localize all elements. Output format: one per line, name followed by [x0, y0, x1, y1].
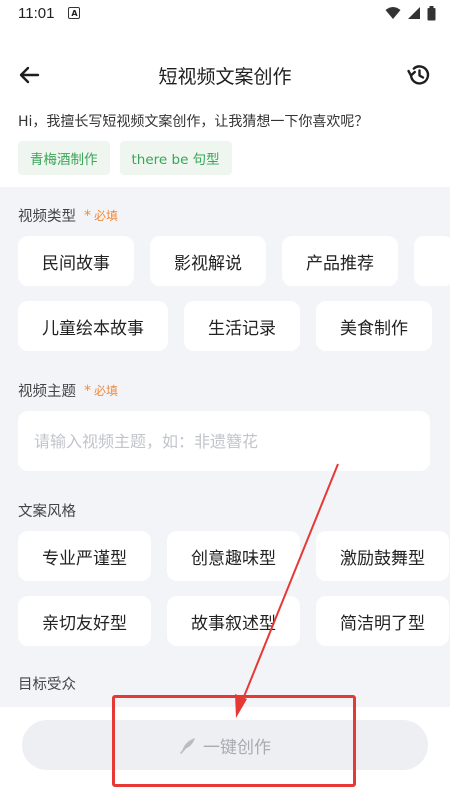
video-topic-label-text: 视频主题 [18, 384, 76, 400]
notification-icon: A [68, 7, 81, 19]
video-type-label-text: 视频类型 [18, 209, 76, 225]
signal-icon [408, 7, 420, 19]
required-star: * [84, 207, 91, 224]
video-type-row-2: 儿童绘本故事 生活记录 美食制作 [18, 301, 432, 351]
suggestion-chip[interactable]: there be 句型 [119, 141, 232, 175]
app-header: 短视频文案创作 [0, 50, 450, 100]
required-text: 必填 [94, 209, 119, 223]
audience-label-text: 目标受众 [18, 677, 76, 693]
video-type-chip[interactable]: 民间故事 [18, 236, 134, 286]
suggestion-chip[interactable]: 青梅酒制作 [18, 141, 110, 175]
copy-style-chip[interactable]: 创意趣味型 [167, 531, 300, 581]
copy-style-chip[interactable]: 亲切友好型 [18, 596, 151, 646]
wifi-icon [385, 7, 401, 19]
video-type-chip-partial[interactable] [414, 236, 450, 286]
status-time: 11:01 [18, 4, 55, 22]
status-right [385, 5, 436, 21]
copy-style-chip[interactable]: 专业严谨型 [18, 531, 151, 581]
greeting-text: Hi，我擅长写短视频文案创作，让我猜想一下你喜欢呢？ [18, 114, 369, 130]
video-type-chip[interactable]: 美食制作 [316, 301, 432, 351]
video-type-label: 视频类型 * 必填 [18, 205, 118, 226]
back-arrow-icon[interactable] [14, 60, 44, 90]
history-icon[interactable] [404, 60, 434, 90]
page-title: 短视频文案创作 [158, 66, 292, 88]
battery-icon [427, 5, 436, 20]
copy-style-chip[interactable]: 激励鼓舞型 [316, 531, 449, 581]
copy-style-row-2: 亲切友好型 故事叙述型 简洁明了型 [18, 596, 449, 646]
status-bar: 11:01 A [0, 0, 450, 26]
copy-style-chip[interactable]: 简洁明了型 [316, 596, 449, 646]
video-topic-label: 视频主题 * 必填 [18, 380, 118, 401]
audience-label: 目标受众 [18, 673, 76, 694]
feather-icon [180, 738, 195, 754]
copy-style-row-1: 专业严谨型 创意趣味型 激励鼓舞型 [18, 531, 449, 581]
video-type-row-1: 民间故事 影视解说 产品推荐 [18, 236, 450, 286]
required-text: 必填 [94, 384, 119, 398]
bottom-bar: 一键创作 [0, 707, 450, 800]
video-type-chip[interactable]: 影视解说 [150, 236, 266, 286]
suggestion-list: 青梅酒制作 there be 句型 [18, 141, 232, 175]
video-type-chip[interactable]: 儿童绘本故事 [18, 301, 168, 351]
create-button-label: 一键创作 [203, 737, 271, 758]
required-star: * [84, 382, 91, 399]
copy-style-label-text: 文案风格 [18, 504, 76, 520]
copy-style-label: 文案风格 [18, 500, 76, 521]
video-type-chip[interactable]: 产品推荐 [282, 236, 398, 286]
create-button[interactable]: 一键创作 [22, 720, 428, 770]
form-area: 视频类型 * 必填 民间故事 影视解说 产品推荐 儿童绘本故事 生活记录 美食制… [0, 187, 450, 707]
video-type-chip[interactable]: 生活记录 [184, 301, 300, 351]
copy-style-chip[interactable]: 故事叙述型 [167, 596, 300, 646]
video-topic-input[interactable] [18, 411, 430, 471]
